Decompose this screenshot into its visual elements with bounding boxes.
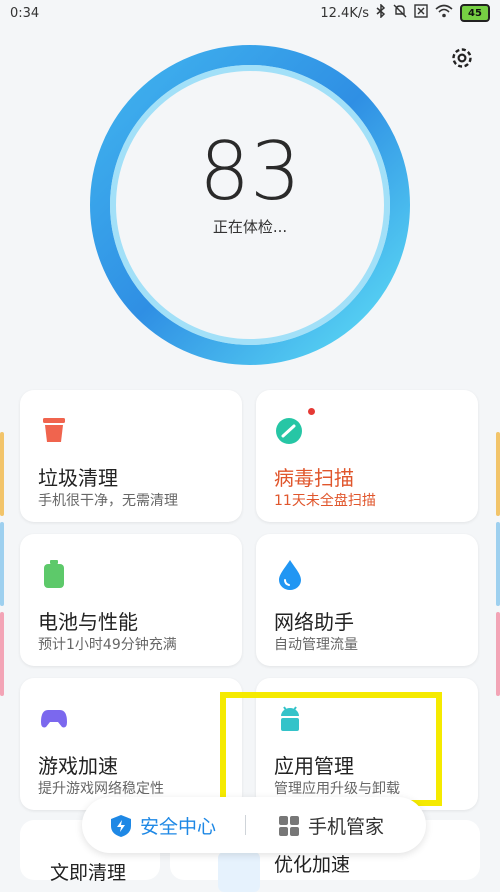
card-virus-scan[interactable]: 病毒扫描 11天未全盘扫描 — [256, 390, 478, 522]
gear-icon — [452, 48, 472, 68]
tab-divider — [245, 815, 246, 835]
tab-label: 安全中心 — [140, 816, 217, 838]
card-subtitle: 提升游戏网络稳定性 — [38, 781, 164, 797]
virus-scan-icon — [274, 414, 306, 446]
trash-icon — [38, 414, 70, 446]
card-subtitle: 11天未全盘扫描 — [274, 493, 376, 509]
status-time: 0:34 — [10, 5, 40, 21]
edge-accent — [0, 522, 4, 606]
bottom-tab-bar: 安全中心 手机管家 — [82, 797, 426, 853]
health-score: 83 — [199, 125, 301, 218]
mute-bell-icon — [393, 4, 407, 22]
scan-status: 正在体检... — [212, 218, 288, 236]
edge-accent — [496, 432, 500, 516]
grid-icon — [279, 815, 299, 836]
card-title: 垃圾清理 — [38, 466, 118, 490]
edge-accent — [496, 612, 500, 696]
shield-icon — [111, 814, 131, 837]
card-game-boost[interactable]: 游戏加速 提升游戏网络稳定性 — [20, 678, 242, 810]
network-speed: 12.4K/s — [320, 5, 369, 21]
card-subtitle: 手机很干净，无需清理 — [38, 493, 178, 509]
card-junk-clean[interactable]: 垃圾清理 手机很干净，无需清理 — [20, 390, 242, 522]
card-battery-performance[interactable]: 电池与性能 预计1小时49分钟充满 — [20, 534, 242, 666]
peek-label: 优化加速 — [274, 854, 351, 876]
highlight-box — [220, 692, 442, 806]
card-title: 病毒扫描 — [274, 466, 354, 490]
tab-label: 手机管家 — [308, 816, 385, 838]
card-title: 网络助手 — [274, 610, 354, 634]
peek-label: 文即清理 — [50, 862, 127, 884]
health-score-ring[interactable]: 83 正在体检... — [85, 40, 415, 370]
settings-button[interactable] — [448, 44, 476, 72]
gamepad-icon — [38, 702, 70, 734]
bluetooth-icon — [376, 3, 386, 22]
peek-icon — [218, 852, 260, 892]
battery-icon — [38, 558, 70, 590]
edge-accent — [0, 612, 4, 696]
sim-off-icon — [414, 4, 428, 22]
notification-dot — [308, 408, 315, 415]
card-title: 游戏加速 — [38, 754, 118, 778]
edge-accent — [0, 432, 4, 516]
battery-indicator: 45 — [460, 4, 490, 22]
card-network-assistant[interactable]: 网络助手 自动管理流量 — [256, 534, 478, 666]
card-subtitle: 自动管理流量 — [274, 637, 358, 653]
card-title: 电池与性能 — [38, 610, 138, 634]
status-icons: 12.4K/s 45 — [320, 3, 490, 22]
tab-phone-manager[interactable]: 手机管家 — [278, 812, 384, 839]
tab-security-center[interactable]: 安全中心 — [110, 812, 216, 839]
card-subtitle: 预计1小时49分钟充满 — [38, 637, 177, 653]
edge-accent — [496, 522, 500, 606]
water-drop-icon — [274, 558, 306, 590]
wifi-icon — [435, 4, 453, 22]
status-bar: 0:34 12.4K/s 45 — [0, 0, 500, 26]
